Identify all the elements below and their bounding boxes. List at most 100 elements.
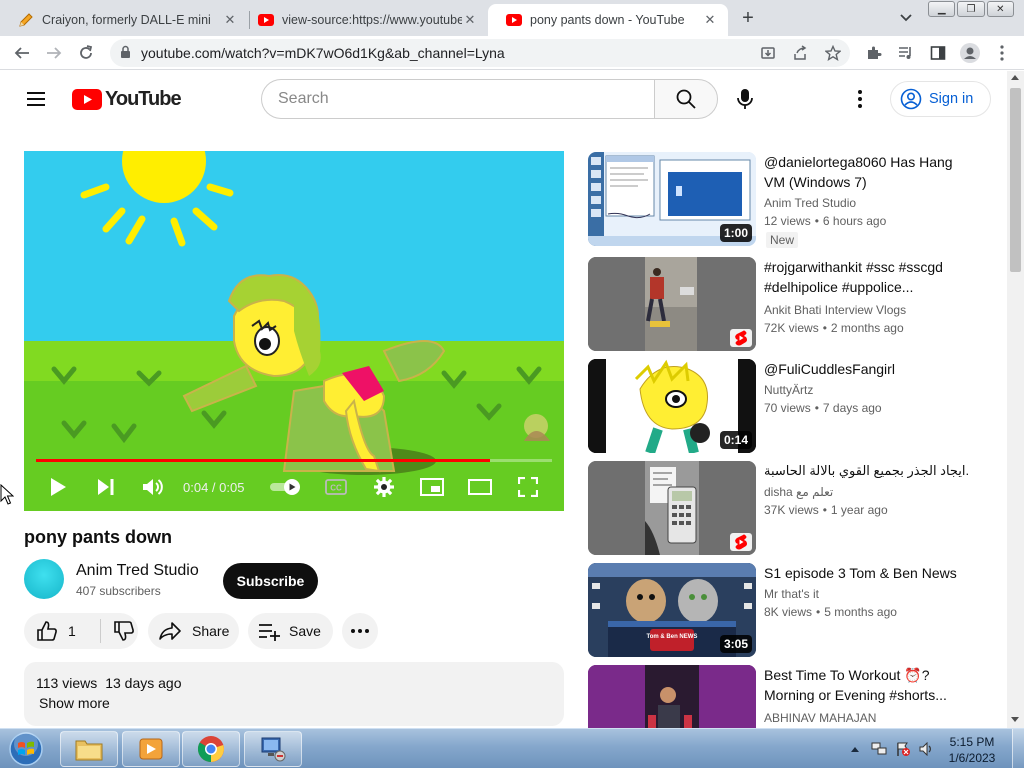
- volume-tray-icon[interactable]: [918, 741, 936, 757]
- related-video-title[interactable]: ايجاد الجذر بجميع القوي بالالة الحاسبة.: [764, 461, 976, 481]
- close-tab-icon[interactable]: ✕: [222, 12, 238, 28]
- youtube-logo[interactable]: YouTube: [72, 88, 182, 110]
- video-thumbnail[interactable]: [588, 257, 756, 351]
- taskbar-clock[interactable]: 5:15 PM 1/6/2023: [940, 734, 1004, 766]
- settings-gear-icon[interactable]: [372, 475, 396, 499]
- related-video-title[interactable]: #rojgarwithankit #ssc #sscgd #delhipolic…: [764, 257, 976, 297]
- channel-name[interactable]: Anim Tred Studio: [76, 562, 199, 580]
- search-box: [261, 79, 718, 119]
- search-button[interactable]: [654, 79, 718, 119]
- taskbar-chrome[interactable]: [182, 731, 240, 767]
- related-channel-name[interactable]: Mr that's it: [764, 587, 819, 601]
- scroll-down-arrow-icon[interactable]: [1011, 717, 1019, 722]
- subtitles-cc-icon[interactable]: CC: [324, 475, 348, 499]
- like-button[interactable]: 1: [24, 613, 100, 649]
- tab-active-youtube[interactable]: pony pants down - YouTube ✕: [488, 4, 728, 36]
- back-arrow-icon[interactable]: [10, 41, 34, 65]
- action-center-flag-icon[interactable]: [894, 741, 912, 757]
- settings-more-icon[interactable]: [848, 87, 872, 111]
- related-channel-name[interactable]: disha تعلم مع: [764, 485, 833, 499]
- video-player[interactable]: 0:04 / 0:05 CC: [24, 151, 564, 511]
- related-video-title[interactable]: @danielortega8060 Has Hang VM (Windows 7…: [764, 152, 976, 192]
- scrollbar-thumb[interactable]: [1010, 88, 1021, 272]
- related-channel-name[interactable]: NuttyÄrtz: [764, 383, 813, 397]
- related-video-item[interactable]: 1:00 @danielortega8060 Has Hang VM (Wind…: [588, 152, 988, 248]
- show-desktop-button[interactable]: [1012, 729, 1024, 768]
- taskbar-network-app[interactable]: [244, 731, 302, 767]
- forward-arrow-icon[interactable]: [42, 41, 66, 65]
- share-page-icon[interactable]: [788, 41, 812, 65]
- channel-avatar[interactable]: [24, 559, 64, 599]
- search-icon: [676, 89, 696, 109]
- sign-in-button[interactable]: Sign in: [890, 81, 991, 117]
- related-video-title[interactable]: @FuliCuddlesFangirl: [764, 359, 976, 379]
- tab-craiyon[interactable]: Craiyon, formerly DALL-E mini ✕: [0, 4, 248, 36]
- play-button-icon[interactable]: [46, 475, 70, 499]
- more-actions-button[interactable]: [342, 613, 378, 649]
- search-input[interactable]: [261, 79, 654, 119]
- related-video-title[interactable]: S1 episode 3 Tom & Ben News: [764, 563, 976, 583]
- show-more-button[interactable]: Show more: [39, 695, 110, 711]
- system-tray: [846, 741, 942, 757]
- related-channel-name[interactable]: Anim Tred Studio: [764, 196, 856, 210]
- youtube-favicon-icon: [258, 12, 274, 28]
- chrome-menu-icon[interactable]: [990, 41, 1014, 65]
- voice-search-button[interactable]: [725, 79, 765, 119]
- progress-bar[interactable]: [36, 459, 552, 462]
- lock-icon[interactable]: [120, 45, 131, 62]
- theater-mode-icon[interactable]: [468, 475, 492, 499]
- save-button[interactable]: Save: [248, 613, 333, 649]
- related-video-item[interactable]: #rojgarwithankit #ssc #sscgd #delhipolic…: [588, 257, 988, 351]
- profile-avatar-icon[interactable]: [958, 41, 982, 65]
- show-hidden-icons-icon[interactable]: [846, 741, 864, 757]
- duration-time: 0:05: [219, 480, 245, 495]
- media-control-icon[interactable]: [894, 41, 918, 65]
- bookmark-star-icon[interactable]: [821, 41, 845, 65]
- side-panel-icon[interactable]: [926, 41, 950, 65]
- tab-view-source[interactable]: view-source:https://www.youtube ✕: [240, 4, 488, 36]
- subscribe-button[interactable]: Subscribe: [223, 563, 318, 599]
- start-button[interactable]: [4, 731, 48, 767]
- close-window-button[interactable]: ✕: [986, 1, 1014, 17]
- related-video-item[interactable]: 0:14 @FuliCuddlesFangirl NuttyÄrtz 70 vi…: [588, 359, 988, 453]
- video-thumbnail[interactable]: 0:14: [588, 359, 756, 453]
- related-video-title[interactable]: Best Time To Workout ⏰? Morning or Eveni…: [764, 665, 976, 705]
- page-scrollbar[interactable]: [1007, 71, 1024, 728]
- reload-icon[interactable]: [74, 41, 98, 65]
- scroll-up-arrow-icon[interactable]: [1011, 75, 1019, 80]
- close-tab-icon[interactable]: ✕: [702, 12, 718, 28]
- restore-button[interactable]: ❐: [957, 1, 985, 17]
- volume-icon[interactable]: [141, 475, 165, 499]
- dislike-button[interactable]: [101, 613, 135, 649]
- address-bar[interactable]: youtube.com/watch?v=mDK7wO6d1Kg&ab_chann…: [110, 39, 850, 67]
- share-button[interactable]: Share: [148, 613, 239, 649]
- related-video-item[interactable]: ايجاد الجذر بجميع القوي بالالة الحاسبة. …: [588, 461, 988, 555]
- video-thumbnail[interactable]: [588, 461, 756, 555]
- related-channel-name[interactable]: ABHINAV MAHAJAN: [764, 711, 876, 725]
- tab-search-chevron-icon[interactable]: [896, 8, 916, 28]
- install-app-icon[interactable]: [756, 41, 780, 65]
- extensions-puzzle-icon[interactable]: [862, 41, 886, 65]
- hamburger-menu-icon[interactable]: [24, 87, 48, 111]
- video-thumbnail[interactable]: Tom & Ben NEWS 3:05: [588, 563, 756, 657]
- folder-icon: [75, 740, 103, 761]
- minimize-button[interactable]: ▁: [928, 1, 956, 17]
- taskbar-explorer[interactable]: [60, 731, 118, 767]
- related-upload-age: 1 year ago: [830, 503, 888, 517]
- related-channel-name[interactable]: Ankit Bhati Interview Vlogs: [764, 303, 906, 317]
- taskbar-media-player[interactable]: [122, 731, 180, 767]
- related-video-item[interactable]: Tom & Ben NEWS 3:05 S1 episode 3 Tom & B…: [588, 563, 988, 657]
- fullscreen-icon[interactable]: [516, 475, 540, 499]
- video-thumbnail[interactable]: 1:00: [588, 152, 756, 246]
- next-video-icon[interactable]: [94, 475, 118, 499]
- close-tab-icon[interactable]: ✕: [462, 12, 478, 28]
- shorts-badge-icon: [730, 533, 752, 551]
- video-thumbnail[interactable]: [588, 665, 756, 728]
- new-tab-button[interactable]: +: [736, 6, 760, 30]
- description-box[interactable]: 113 views 13 days ago Show more: [24, 662, 564, 726]
- windows-taskbar: 5:15 PM 1/6/2023: [0, 728, 1024, 768]
- autoplay-toggle-icon[interactable]: [268, 475, 304, 499]
- related-video-item[interactable]: Best Time To Workout ⏰? Morning or Eveni…: [588, 665, 988, 728]
- network-tray-icon[interactable]: [870, 741, 888, 757]
- miniplayer-icon[interactable]: [420, 475, 444, 499]
